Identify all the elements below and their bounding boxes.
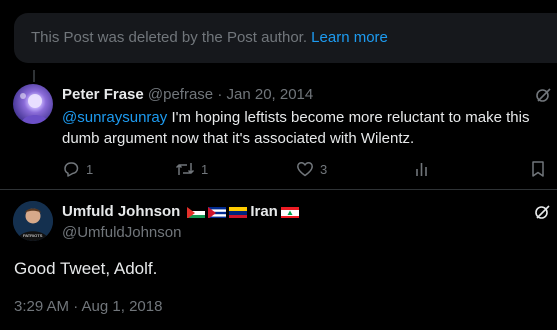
views-button[interactable] (414, 160, 432, 178)
tweet-text: @sunraysunray I'm hoping leftists become… (62, 107, 542, 149)
tweet-timestamp[interactable]: 3:29 AM · Aug 1, 2018 (14, 298, 162, 315)
like-count: 3 (320, 161, 328, 177)
venezuela-flag-icon (229, 206, 248, 218)
like-button[interactable]: 3 (296, 160, 327, 178)
reply-icon (64, 162, 79, 177)
learn-more-link[interactable]: Learn more (311, 29, 388, 46)
tweet-actions: 1 1 3 (62, 160, 547, 182)
tweet-text: Good Tweet, Adolf. (14, 259, 158, 278)
grok-icon[interactable] (535, 87, 551, 108)
retweet-icon (175, 163, 195, 175)
svg-text:PATRIOTS: PATRIOTS (23, 233, 43, 238)
author-name[interactable]: Umfuld Johnson (62, 203, 180, 220)
retweet-count: 1 (201, 161, 209, 177)
tweet-date[interactable]: Jan 20, 2014 (227, 86, 314, 103)
views-icon (416, 163, 427, 176)
author-handle[interactable]: @pefrase (148, 86, 213, 103)
avatar[interactable] (13, 84, 53, 124)
divider (0, 189, 557, 190)
lebanon-flag-icon (280, 206, 299, 218)
palestine-flag-icon (187, 206, 206, 218)
avatar[interactable]: PATRIOTS (13, 201, 53, 241)
tweet-header: Peter Frase @pefrase · Jan 20, 2014 (62, 86, 313, 103)
reply-button[interactable]: 1 (62, 160, 93, 178)
retweet-button[interactable]: 1 (175, 160, 208, 178)
author-name[interactable]: Peter Frase (62, 86, 144, 103)
mention-link[interactable]: @sunraysunray (62, 109, 167, 126)
meta-separator: · (217, 86, 223, 103)
cuba-flag-icon (208, 206, 227, 218)
deleted-post-notice: This Post was deleted by the Post author… (14, 13, 557, 63)
bookmark-icon (532, 161, 544, 177)
bookmark-button[interactable] (530, 160, 546, 178)
avatar-image: PATRIOTS (13, 201, 53, 241)
author-name-row[interactable]: Umfuld Johnson Iran (62, 203, 299, 220)
reply-count: 1 (86, 161, 94, 177)
author-name-suffix: Iran (250, 203, 278, 220)
grok-icon[interactable] (534, 204, 550, 225)
author-handle[interactable]: @UmfuldJohnson (62, 224, 181, 241)
avatar-image (20, 93, 49, 124)
deleted-notice-text: This Post was deleted by the Post author… (31, 29, 307, 46)
like-icon (297, 162, 313, 177)
thread-line (33, 70, 35, 82)
